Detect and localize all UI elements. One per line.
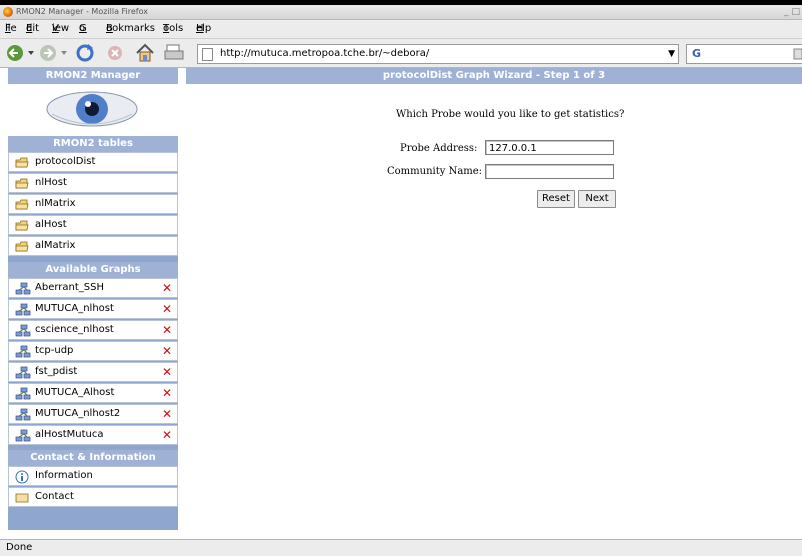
sidebar-item-graph[interactable]: alHostMutuca ✕ bbox=[8, 425, 178, 445]
sidebar-item-table[interactable]: nlHost bbox=[8, 173, 178, 193]
sidebar-item-label: tcp-udp bbox=[35, 345, 74, 356]
menu-label-rest: ookmarks bbox=[106, 23, 156, 34]
menu-label-rest: ools bbox=[163, 23, 184, 34]
delete-icon[interactable]: ✕ bbox=[162, 384, 172, 402]
menu-bar: File Edit View Go Bookmarks Tools Help bbox=[0, 20, 802, 39]
search-go-icon[interactable] bbox=[793, 48, 802, 60]
sidebar-item-label: MUTUCA_nlhost2 bbox=[35, 408, 121, 419]
sidebar-item-label: cscience_nlhost bbox=[35, 324, 114, 335]
stop-icon[interactable] bbox=[105, 43, 125, 63]
sidebar-item-graph[interactable]: fst_pdist ✕ bbox=[8, 362, 178, 382]
chevron-down-icon[interactable]: ▼ bbox=[668, 45, 675, 63]
sidebar-item-contact[interactable]: Contact bbox=[8, 487, 178, 507]
delete-icon[interactable]: ✕ bbox=[162, 363, 172, 381]
sidebar-item-label: MUTUCA_Alhost bbox=[35, 387, 115, 398]
sidebar-item-graph[interactable]: cscience_nlhost ✕ bbox=[8, 320, 178, 340]
network-icon bbox=[15, 345, 31, 358]
sidebar-item-label: MUTUCA_nlhost bbox=[35, 303, 114, 314]
sidebar-item-information[interactable]: Information bbox=[8, 466, 178, 486]
sidebar: RMON2 Manager RMON2 tables protocolDist nl… bbox=[8, 68, 178, 530]
sidebar-item-label: Contact bbox=[35, 491, 74, 502]
sidebar-item-graph[interactable]: tcp-udp ✕ bbox=[8, 341, 178, 361]
sidebar-item-table[interactable]: alMatrix bbox=[8, 236, 178, 256]
delete-icon[interactable]: ✕ bbox=[162, 300, 172, 318]
window-title: RMON2 Manager - Mozilla Firefox bbox=[16, 7, 148, 16]
sidebar-item-table[interactable]: alHost bbox=[8, 215, 178, 235]
search-box[interactable]: G bbox=[686, 44, 802, 64]
probe-address-label: Probe Address: bbox=[400, 143, 478, 154]
sidebar-item-graph[interactable]: MUTUCA_nlhost2 ✕ bbox=[8, 404, 178, 424]
delete-icon[interactable]: ✕ bbox=[162, 405, 172, 423]
network-icon bbox=[15, 303, 31, 316]
menu-label-rest: o bbox=[79, 23, 86, 34]
graphs-section-header: Available Graphs bbox=[8, 262, 178, 278]
sidebar-item-label: protocolDist bbox=[35, 156, 96, 167]
contact-section-header: Contact & Information bbox=[8, 450, 178, 466]
eye-logo-image bbox=[46, 91, 138, 127]
status-bar: Done bbox=[0, 539, 802, 556]
sidebar-item-label: alHostMutuca bbox=[35, 429, 104, 440]
menu-label-rest: ile bbox=[5, 23, 17, 34]
sidebar-item-table[interactable]: protocolDist bbox=[8, 152, 178, 172]
tables-section-header: RMON2 tables bbox=[8, 136, 178, 152]
delete-icon[interactable]: ✕ bbox=[162, 426, 172, 444]
network-icon bbox=[15, 366, 31, 379]
menu-label-rest: iew bbox=[52, 23, 70, 34]
address-bar[interactable]: http://mutuca.metropoa.tche.br/~debora/ … bbox=[197, 44, 679, 64]
sidebar-item-label: Information bbox=[35, 470, 93, 481]
home-icon[interactable] bbox=[134, 42, 156, 64]
window-controls[interactable]: _ □ bbox=[784, 5, 800, 19]
delete-icon[interactable]: ✕ bbox=[162, 342, 172, 360]
network-icon bbox=[15, 324, 31, 337]
sidebar-item-graph[interactable]: MUTUCA_Alhost ✕ bbox=[8, 383, 178, 403]
firefox-icon bbox=[3, 7, 13, 17]
folder-icon bbox=[15, 177, 29, 189]
print-icon[interactable] bbox=[163, 43, 185, 63]
delete-icon[interactable]: ✕ bbox=[162, 321, 172, 339]
network-icon bbox=[15, 408, 31, 421]
sidebar-item-label: alMatrix bbox=[35, 240, 76, 251]
page-title: protocolDist Graph Wizard - Step 1 of 3 bbox=[186, 68, 802, 84]
reset-button[interactable]: Reset bbox=[537, 190, 575, 208]
address-input[interactable]: http://mutuca.metropoa.tche.br/~debora/ bbox=[220, 45, 429, 63]
window-titlebar: RMON2 Manager - Mozilla Firefox _ □ bbox=[0, 5, 802, 20]
sidebar-item-graph[interactable]: Aberrant_SSH ✕ bbox=[8, 278, 178, 298]
delete-icon[interactable]: ✕ bbox=[162, 279, 172, 297]
probe-question: Which Probe would you like to get statis… bbox=[396, 109, 625, 120]
forward-button[interactable] bbox=[38, 43, 68, 63]
sidebar-item-graph[interactable]: MUTUCA_nlhost ✕ bbox=[8, 299, 178, 319]
probe-address-field[interactable]: 127.0.0.1 bbox=[485, 140, 614, 155]
next-button[interactable]: Next bbox=[578, 190, 616, 208]
contact-icon bbox=[15, 491, 29, 503]
community-name-label: Community Name: bbox=[387, 166, 483, 177]
folder-icon bbox=[15, 198, 29, 210]
sidebar-item-label: alHost bbox=[35, 219, 67, 230]
network-icon bbox=[15, 282, 31, 295]
page-icon bbox=[202, 48, 213, 61]
eye-logo bbox=[8, 84, 178, 136]
folder-icon bbox=[15, 240, 29, 252]
menu-label-rest: dit bbox=[26, 23, 40, 34]
status-text: Done bbox=[6, 542, 33, 553]
sidebar-item-label: nlMatrix bbox=[35, 198, 76, 209]
reload-icon[interactable] bbox=[74, 43, 96, 63]
sidebar-item-label: nlHost bbox=[35, 177, 67, 188]
network-icon bbox=[15, 387, 31, 400]
community-name-field[interactable] bbox=[485, 164, 614, 179]
network-icon bbox=[15, 429, 31, 442]
sidebar-item-table[interactable]: nlMatrix bbox=[8, 194, 178, 214]
google-search-icon: G bbox=[692, 47, 702, 60]
back-button[interactable] bbox=[5, 43, 35, 63]
info-icon bbox=[15, 470, 29, 484]
menu-label-rest: elp bbox=[196, 23, 212, 34]
folder-icon bbox=[15, 156, 29, 168]
sidebar-title: RMON2 Manager bbox=[8, 68, 178, 84]
folder-icon bbox=[15, 219, 29, 231]
sidebar-item-label: Aberrant_SSH bbox=[35, 282, 104, 293]
sidebar-item-label: fst_pdist bbox=[35, 366, 78, 377]
